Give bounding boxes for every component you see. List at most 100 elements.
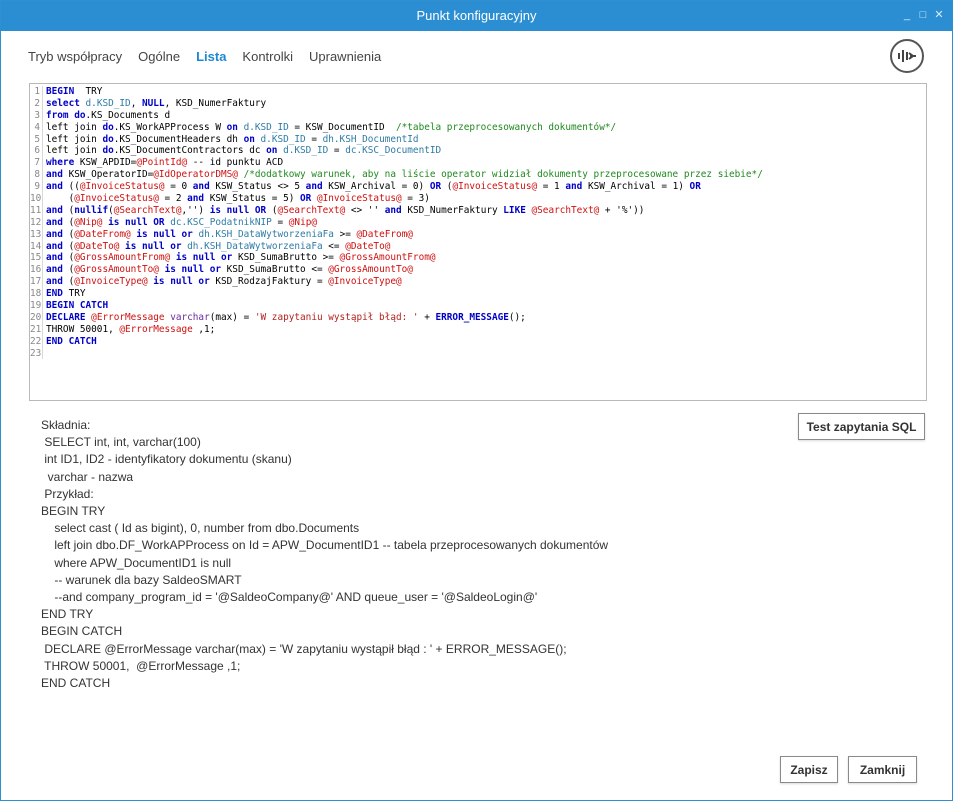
code-token: KSW_OperatorID= (62, 169, 154, 181)
code-token: ERROR_MESSAGE (435, 311, 509, 323)
code-text: and (@Nip@ is null OR dc.KSC_PodatnikNIP… (43, 217, 317, 229)
code-token: varchar (170, 311, 210, 323)
title-bar[interactable]: Punkt konfiguracyjny _ □ ✕ (1, 1, 952, 31)
code-token: and (192, 181, 210, 193)
line-number: 23 (30, 347, 43, 360)
ribbon-toggle-icon (898, 50, 916, 62)
code-token: NULL (141, 97, 165, 109)
help-line: Przykład: (41, 486, 94, 501)
code-text: and (@InvoiceType@ is null or KSD_Rodzaj… (43, 276, 402, 288)
code-token: , (130, 97, 142, 109)
code-token: ( (62, 204, 75, 216)
code-token: >= (333, 228, 357, 240)
code-token: <= (322, 240, 346, 252)
code-token: @InvoiceStatus@ (74, 193, 159, 205)
help-line: int ID1, ID2 - identyfikatory dokumentu … (41, 452, 292, 467)
code-token: and (46, 264, 63, 276)
minimize-icon[interactable]: _ (902, 9, 912, 21)
code-token: where (46, 157, 75, 169)
code-token: on (226, 121, 238, 133)
code-token: is null OR (209, 204, 267, 216)
close-button[interactable]: Zamknij (848, 756, 917, 783)
code-line[interactable]: 20 DECLARE @ErrorMessage varchar(max) = '… (30, 311, 926, 324)
close-icon[interactable]: ✕ (934, 9, 944, 21)
code-token: and (305, 181, 323, 193)
code-line[interactable]: 22 END CATCH (30, 335, 926, 348)
code-token: @SearchText@ (277, 204, 346, 216)
code-line[interactable]: 6 left join do.KS_DocumentContractors dc … (30, 145, 926, 158)
tab-ogolne[interactable]: Ogólne (138, 49, 180, 64)
code-line[interactable]: 8 and KSW_OperatorID=@IdOperatorDMS@ /*do… (30, 169, 926, 182)
code-token: OR (689, 181, 701, 193)
code-token: = 0 (164, 181, 193, 193)
help-line: where APW_DocumentID1 is null (41, 555, 232, 570)
test-sql-button[interactable]: Test zapytania SQL (798, 413, 925, 440)
line-number: 10 (30, 193, 43, 205)
code-token: KSW_Archival = 1) (582, 181, 690, 193)
code-token: ( (62, 216, 75, 228)
code-line[interactable]: 16 and (@GrossAmountTo@ is null or KSD_Su… (30, 264, 926, 277)
sql-editor[interactable]: 1 BEGIN TRY 2 select d.KSD_ID, NULL, KSD_Nu… (29, 83, 927, 401)
line-number: 7 (30, 157, 43, 170)
code-line[interactable]: 21 THROW 50001, @ErrorMessage ,1; (30, 323, 926, 336)
tab-lista[interactable]: Lista (196, 49, 226, 64)
help-line: END TRY (41, 607, 94, 622)
code-text: where KSW_APDID=@PointId@ -- id punktu A… (43, 157, 283, 169)
code-text: left join do.KS_WorkAPProcess W on d.KSD… (43, 122, 616, 134)
code-line[interactable]: 5 left join do.KS_DocumentHeaders dh on d… (30, 133, 926, 146)
code-line[interactable]: 9 and ((@InvoiceStatus@ = 0 and KSW_Statu… (30, 181, 926, 194)
line-number: 12 (30, 216, 43, 229)
code-line[interactable]: 7 where KSW_APDID=@PointId@ -- id punktu … (30, 157, 926, 170)
syntax-help: Składnia: SELECT int, int, varchar(100) … (41, 417, 608, 692)
code-token: KSW_Status <> 5 (209, 181, 306, 193)
save-button[interactable]: Zapisz (780, 756, 838, 783)
code-line[interactable]: 17 and (@InvoiceType@ is null or KSD_Rodz… (30, 276, 926, 289)
code-text: (@InvoiceStatus@ = 2 and KSW_Status = 5)… (43, 193, 430, 205)
help-line: SELECT int, int, varchar(100) (41, 435, 201, 450)
code-token: and (565, 181, 583, 193)
code-token: DECLARE (46, 311, 86, 323)
code-token: is null or (175, 252, 233, 264)
help-line: -- warunek dla bazy SaldeoSMART (41, 572, 242, 587)
code-line[interactable]: 15 and (@GrossAmountFrom@ is null or KSD_… (30, 252, 926, 265)
code-token: is null OR (108, 216, 165, 228)
code-token: on (266, 145, 278, 157)
maximize-icon[interactable]: □ (918, 9, 928, 21)
code-token: d.KSD_ID (243, 121, 289, 133)
code-token: = (328, 145, 346, 157)
code-line[interactable]: 1 BEGIN TRY (30, 86, 926, 98)
code-token: ( (62, 240, 75, 252)
code-line[interactable]: 10 (@InvoiceStatus@ = 2 and KSW_Status =… (30, 193, 926, 205)
line-number: 21 (30, 323, 43, 336)
code-text: and KSW_OperatorID=@IdOperatorDMS@ /*dod… (43, 169, 763, 181)
code-token: do (102, 133, 114, 145)
code-line[interactable]: 19 BEGIN CATCH (30, 300, 926, 312)
tab-tryb-wspolpracy[interactable]: Tryb współpracy (28, 49, 122, 64)
code-line[interactable]: 12 and (@Nip@ is null OR dc.KSC_PodatnikN… (30, 216, 926, 229)
code-token: do (102, 145, 114, 157)
code-token: /*dodatkowy warunek, aby na liście opera… (243, 169, 763, 181)
code-token: @GrossAmountTo@ (328, 264, 413, 276)
code-token: KSD_NumerFaktury (401, 204, 504, 216)
code-line[interactable]: 18 END TRY (30, 288, 926, 301)
ribbon-toggle-button[interactable] (890, 39, 924, 73)
code-token: and (384, 204, 402, 216)
code-line[interactable]: 3 from do.KS_Documents d (30, 109, 926, 122)
code-line[interactable]: 14 and (@DateTo@ is null or dh.KSH_DataWy… (30, 240, 926, 253)
code-line[interactable]: 11 and (nullif(@SearchText@,'') is null O… (30, 204, 926, 217)
help-line: DECLARE @ErrorMessage varchar(max) = 'W … (41, 641, 567, 656)
line-number: 6 (30, 145, 43, 158)
tab-uprawnienia[interactable]: Uprawnienia (309, 49, 381, 64)
code-token: @DateTo@ (74, 240, 120, 252)
code-token: and (46, 216, 63, 228)
code-token: @ErrorMessage (119, 323, 193, 335)
code-line[interactable]: 13 and (@DateFrom@ is null or dh.KSH_Data… (30, 228, 926, 241)
code-token: do (74, 109, 86, 121)
code-line[interactable]: 23 (30, 347, 926, 360)
code-line[interactable]: 4 left join do.KS_WorkAPProcess W on d.KS… (30, 121, 926, 134)
code-line[interactable]: 2 select d.KSD_ID, NULL, KSD_NumerFaktury (30, 97, 926, 110)
code-token: on (243, 133, 255, 145)
tab-kontrolki[interactable]: Kontrolki (242, 49, 293, 64)
code-token: KSW_Status = 5) (204, 193, 301, 205)
